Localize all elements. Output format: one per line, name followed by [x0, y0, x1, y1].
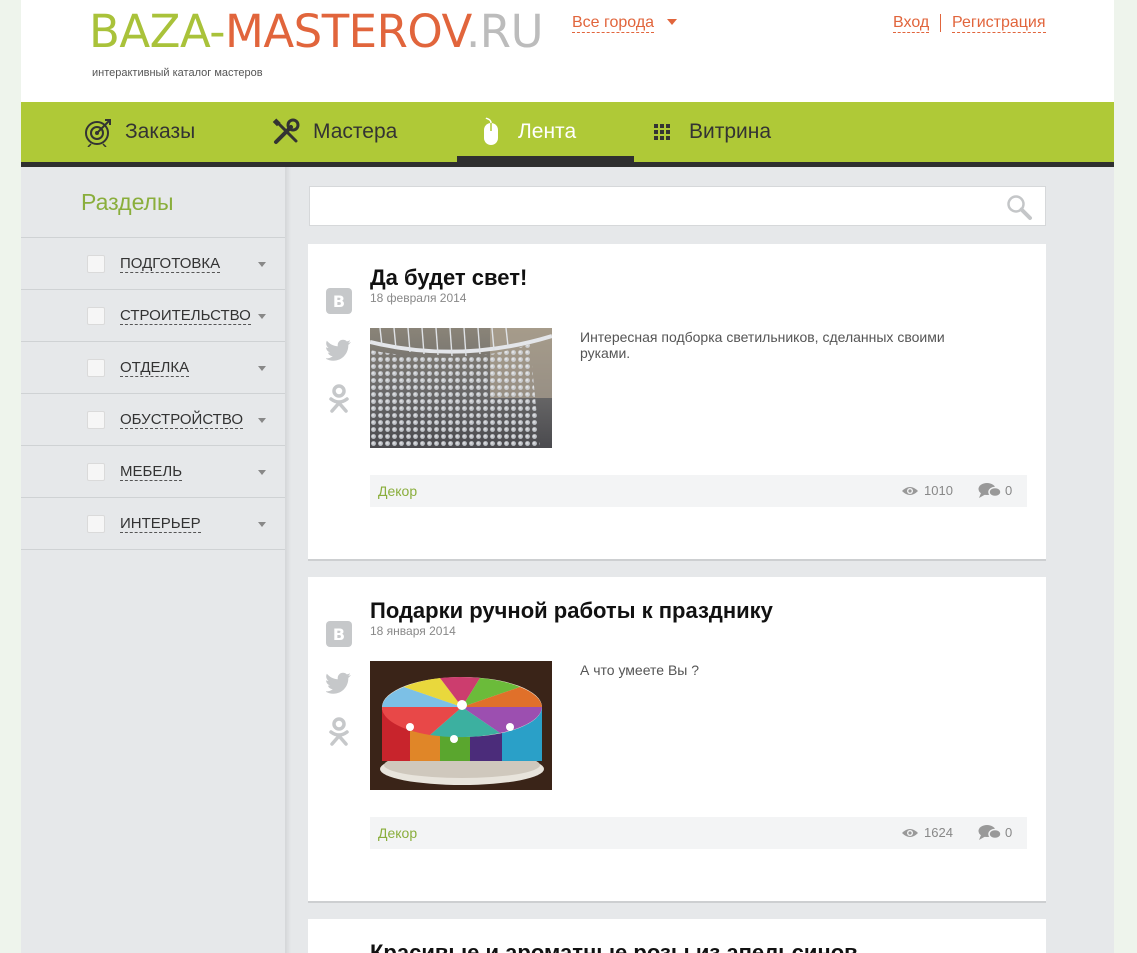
post-comments-count: 0 — [1005, 825, 1013, 840]
sidebar-item-preparation[interactable]: ПОДГОТОВКА — [21, 238, 285, 290]
post-title[interactable]: Подарки ручной работы к празднику — [370, 598, 773, 624]
nav-label: Витрина — [689, 120, 772, 143]
sidebar-item-label[interactable]: СТРОИТЕЛЬСТВО — [120, 308, 251, 325]
chevron-down-icon[interactable] — [258, 366, 266, 371]
sidebar-checkbox[interactable] — [87, 255, 105, 273]
comments-icon[interactable] — [978, 482, 1002, 500]
register-link[interactable]: Регистрация — [952, 14, 1046, 33]
grid-icon — [647, 117, 677, 147]
sidebar-item-label[interactable]: ИНТЕРЬЕР — [120, 516, 201, 533]
post-footer: Декор 1010 0 — [370, 475, 1027, 507]
sidebar-checkbox[interactable] — [87, 359, 105, 377]
site-header: BAZA-MASTEROV.RU интерактивный каталог м… — [21, 0, 1114, 102]
feed-content: B Да будет свет! 18 февраля 2014 Интерес… — [291, 167, 1114, 953]
sidebar-item-finishing[interactable]: ОТДЕЛКА — [21, 342, 285, 394]
site-logo[interactable]: BAZA-MASTEROV.RU — [89, 5, 544, 58]
search-box — [309, 186, 1046, 226]
post-category-link[interactable]: Декор — [378, 483, 417, 499]
sidebar: Разделы ПОДГОТОВКА СТРОИТЕЛЬСТВО ОТДЕЛКА… — [21, 167, 285, 953]
sidebar-item-label[interactable]: ОТДЕЛКА — [120, 360, 190, 377]
odnoklassniki-icon[interactable] — [326, 384, 352, 413]
chevron-down-icon[interactable] — [258, 470, 266, 475]
post-excerpt: А что умеете Вы ? — [580, 662, 700, 678]
search-icon[interactable] — [1005, 193, 1033, 221]
sidebar-title: Разделы — [81, 189, 174, 215]
post-excerpt: Интересная подборка светильников, сделан… — [580, 329, 945, 361]
feed-post: B Да будет свет! 18 февраля 2014 Интерес… — [308, 244, 1046, 559]
comments-icon[interactable] — [978, 824, 1002, 842]
nav-item-showcase[interactable]: Витрина — [647, 102, 771, 162]
post-image[interactable] — [370, 661, 552, 790]
feed-post: B Подарки ручной работы к празднику 18 я… — [308, 577, 1046, 901]
post-views-count: 1624 — [924, 825, 953, 840]
logo-part-2: MASTEROV — [225, 5, 466, 58]
twitter-icon[interactable] — [326, 337, 352, 363]
eye-icon — [901, 826, 919, 840]
nav-item-orders[interactable]: Заказы — [83, 102, 195, 162]
post-title[interactable]: Да будет свет! — [370, 265, 527, 291]
sidebar-checkbox[interactable] — [87, 463, 105, 481]
login-link[interactable]: Вход — [893, 14, 930, 33]
feed-post: Красивые и ароматные розы из апельсинов — [308, 919, 1046, 953]
sidebar-checkbox[interactable] — [87, 307, 105, 325]
target-icon — [83, 117, 113, 147]
chevron-down-icon[interactable] — [258, 314, 266, 319]
sidebar-item-interior[interactable]: ИНТЕРЬЕР — [21, 498, 285, 550]
post-comments-count: 0 — [1005, 483, 1013, 498]
search-input[interactable] — [320, 195, 1000, 219]
chevron-down-icon[interactable] — [258, 522, 266, 527]
logo-part-1: BAZA- — [89, 5, 226, 58]
post-date: 18 января 2014 — [370, 624, 456, 638]
sidebar-item-label[interactable]: ОБУСТРОЙСТВО — [120, 412, 243, 429]
post-views-count: 1010 — [924, 483, 953, 498]
nav-label: Мастера — [313, 120, 398, 143]
tools-icon — [271, 117, 301, 147]
sidebar-item-construction[interactable]: СТРОИТЕЛЬСТВО — [21, 290, 285, 342]
site-tagline: интерактивный каталог мастеров — [92, 67, 263, 79]
sidebar-checkbox[interactable] — [87, 411, 105, 429]
sidebar-item-label[interactable]: ПОДГОТОВКА — [120, 256, 221, 273]
auth-separator — [940, 14, 941, 32]
sidebar-checkbox[interactable] — [87, 515, 105, 533]
mouse-icon — [476, 117, 506, 147]
city-caret-icon[interactable] — [667, 19, 677, 25]
post-title[interactable]: Красивые и ароматные розы из апельсинов — [370, 940, 858, 953]
sidebar-item-furnishing[interactable]: ОБУСТРОЙСТВО — [21, 394, 285, 446]
page: BAZA-MASTEROV.RU интерактивный каталог м… — [21, 0, 1114, 953]
twitter-icon[interactable] — [326, 670, 352, 696]
post-footer: Декор 1624 0 — [370, 817, 1027, 849]
nav-item-masters[interactable]: Мастера — [271, 102, 397, 162]
vk-icon[interactable]: B — [326, 621, 352, 647]
post-image[interactable] — [370, 328, 552, 448]
eye-icon — [901, 484, 919, 498]
logo-part-3: .RU — [466, 5, 544, 58]
nav-label: Лента — [518, 120, 577, 143]
post-date: 18 февраля 2014 — [370, 291, 467, 305]
nav-label: Заказы — [125, 120, 196, 143]
vk-icon[interactable]: B — [326, 288, 352, 314]
nav-item-feed[interactable]: Лента — [476, 102, 576, 162]
sidebar-item-furniture[interactable]: МЕБЕЛЬ — [21, 446, 285, 498]
odnoklassniki-icon[interactable] — [326, 717, 352, 746]
sidebar-item-label[interactable]: МЕБЕЛЬ — [120, 464, 183, 481]
post-category-link[interactable]: Декор — [378, 825, 417, 841]
city-select[interactable]: Все города — [572, 14, 655, 33]
chevron-down-icon[interactable] — [258, 418, 266, 423]
chevron-down-icon[interactable] — [258, 262, 266, 267]
main-nav: Заказы Мастера Лента Витрина — [21, 102, 1114, 162]
